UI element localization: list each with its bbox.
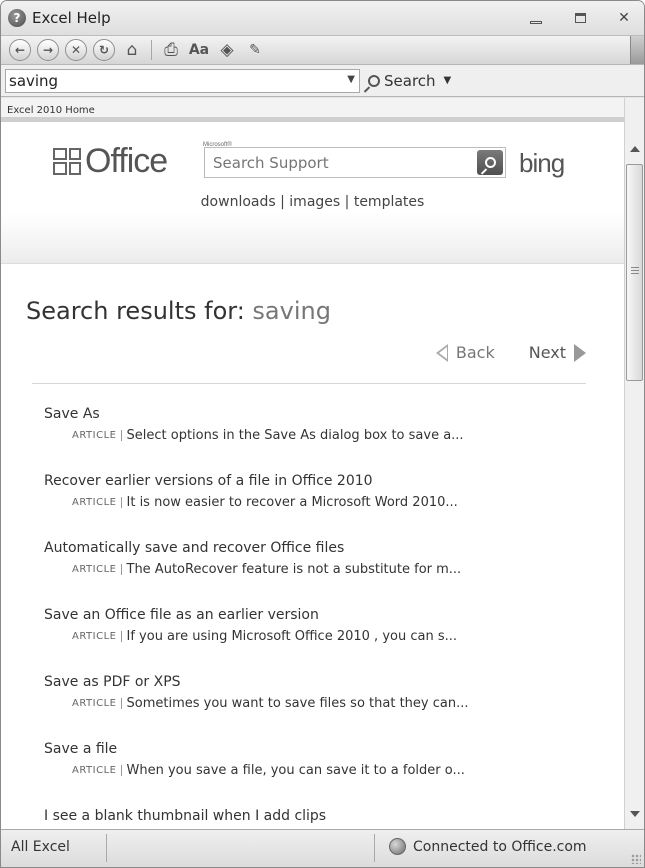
table-of-contents-icon[interactable]: ◈ — [216, 39, 238, 61]
connection-status-text: Connected to Office.com — [413, 838, 587, 855]
list-item: Save As ARTICLE Select options in the Sav… — [44, 406, 574, 473]
help-window: ? Excel Help ✕ ← → ✕ ↻ ⌂ ⎙ Aa ◈ ✎ ▼ Sear… — [0, 0, 645, 868]
list-item: Save as PDF or XPS ARTICLE Sometimes you … — [44, 674, 574, 741]
results-heading-prefix: Search results for: — [26, 297, 253, 325]
title-bar: ? Excel Help ✕ — [1, 1, 644, 35]
result-type: ARTICLE — [72, 698, 122, 709]
result-snippet: When you save a file, you can save it to… — [126, 763, 465, 778]
list-item: Automatically save and recover Office fi… — [44, 540, 574, 607]
result-type: ARTICLE — [72, 564, 122, 575]
result-type: ARTICLE — [72, 497, 122, 508]
result-title-link[interactable]: Save an Office file as an earlier versio… — [44, 607, 574, 629]
back-icon[interactable]: ← — [9, 39, 31, 61]
back-arrow-icon[interactable] — [435, 343, 448, 362]
home-icon[interactable]: ⌂ — [121, 39, 143, 61]
templates-link[interactable]: templates — [354, 194, 425, 210]
images-link[interactable]: images — [289, 194, 340, 210]
result-snippet: If you are using Microsoft Office 2010 ,… — [126, 629, 458, 644]
results-list: Save As ARTICLE Select options in the Sav… — [44, 406, 574, 829]
list-item: I see a blank thumbnail when I add clips — [44, 808, 574, 829]
office-logo: Office Microsoft® — [53, 142, 232, 181]
scroll-down-icon[interactable] — [630, 811, 640, 817]
result-title-link[interactable]: Recover earlier versions of a file in Of… — [44, 473, 574, 495]
downloads-link[interactable]: downloads — [201, 194, 276, 210]
office-logo-icon — [53, 147, 83, 176]
result-title-link[interactable]: I see a blank thumbnail when I add clips — [44, 808, 574, 829]
keep-on-top-icon[interactable]: ✎ — [244, 39, 266, 61]
result-snippet: The AutoRecover feature is not a substit… — [126, 562, 462, 577]
pager-next[interactable]: Next — [529, 343, 566, 362]
result-title-link[interactable]: Automatically save and recover Office fi… — [44, 540, 574, 562]
minimize-button[interactable] — [524, 7, 548, 29]
breadcrumb: Excel 2010 Home — [1, 98, 624, 122]
result-title-link[interactable]: Save as PDF or XPS — [44, 674, 574, 696]
window-title: Excel Help — [32, 9, 111, 27]
header-links: downloads | images | templates — [200, 194, 425, 210]
search-button-label: Search — [384, 71, 436, 90]
search-options-icon[interactable]: ▼ — [444, 75, 452, 86]
breadcrumb-home-link[interactable]: Excel 2010 Home — [7, 105, 95, 116]
support-search-button[interactable] — [477, 150, 503, 175]
search-dropdown-icon[interactable]: ▼ — [347, 74, 355, 85]
search-row: ▼ Search ▼ — [1, 65, 644, 97]
results-query: saving — [252, 297, 331, 325]
search-icon — [368, 74, 380, 87]
result-title-link[interactable]: Save As — [44, 406, 574, 428]
refresh-icon[interactable]: ↻ — [93, 39, 115, 61]
next-arrow-icon[interactable] — [574, 343, 586, 362]
help-icon: ? — [8, 9, 26, 27]
search-scope[interactable]: All Excel — [11, 839, 70, 855]
result-snippet: Sometimes you want to save files so that… — [126, 696, 469, 711]
results-heading: Search results for: saving — [26, 297, 624, 325]
help-content: Excel 2010 Home Office Microsoft® bing — [1, 98, 624, 829]
pager: Back Next — [435, 343, 586, 362]
scrollbar-thumb[interactable] — [626, 164, 643, 381]
font-size-icon[interactable]: Aa — [188, 39, 210, 61]
scroll-grip-icon — [631, 267, 639, 274]
pager-back[interactable]: Back — [456, 343, 495, 362]
result-type: ARTICLE — [72, 765, 122, 776]
bing-logo: bing — [519, 148, 565, 178]
search-input[interactable] — [6, 70, 326, 91]
list-item: Save a file ARTICLE When you save a file,… — [44, 741, 574, 808]
stop-icon[interactable]: ✕ — [65, 39, 87, 61]
search-icon — [484, 157, 496, 168]
resize-grip-icon[interactable] — [631, 854, 641, 864]
result-snippet: Select options in the Save As dialog box… — [126, 428, 464, 443]
support-search-box — [204, 147, 506, 178]
office-header: Office Microsoft® bing downloads | image… — [1, 122, 624, 264]
maximize-button[interactable] — [568, 7, 592, 29]
status-bar: All Excel Connected to Office.com — [1, 829, 644, 867]
result-snippet: It is now easier to recover a Microsoft … — [126, 495, 458, 510]
toolbar-divider — [151, 40, 152, 60]
connection-status[interactable]: Connected to Office.com — [389, 838, 587, 855]
close-button[interactable]: ✕ — [612, 7, 636, 29]
list-item: Save an Office file as an earlier versio… — [44, 607, 574, 674]
result-type: ARTICLE — [72, 430, 122, 441]
vertical-scrollbar[interactable] — [624, 98, 644, 829]
results-divider — [32, 383, 586, 384]
toolbar-overflow[interactable] — [630, 36, 644, 64]
list-item: Recover earlier versions of a file in Of… — [44, 473, 574, 540]
toolbar: ← → ✕ ↻ ⌂ ⎙ Aa ◈ ✎ — [1, 35, 644, 65]
result-type: ARTICLE — [72, 631, 122, 642]
search-box: ▼ — [5, 68, 360, 93]
office-wordmark: Office — [85, 142, 168, 180]
globe-icon — [389, 838, 406, 855]
forward-icon[interactable]: → — [37, 39, 59, 61]
support-search-input[interactable] — [205, 148, 465, 177]
result-title-link[interactable]: Save a file — [44, 741, 574, 763]
search-button[interactable]: Search ▼ — [368, 72, 451, 90]
scroll-up-icon[interactable] — [630, 146, 640, 152]
status-divider — [106, 834, 107, 862]
status-divider — [374, 834, 375, 862]
print-icon[interactable]: ⎙ — [160, 39, 182, 61]
